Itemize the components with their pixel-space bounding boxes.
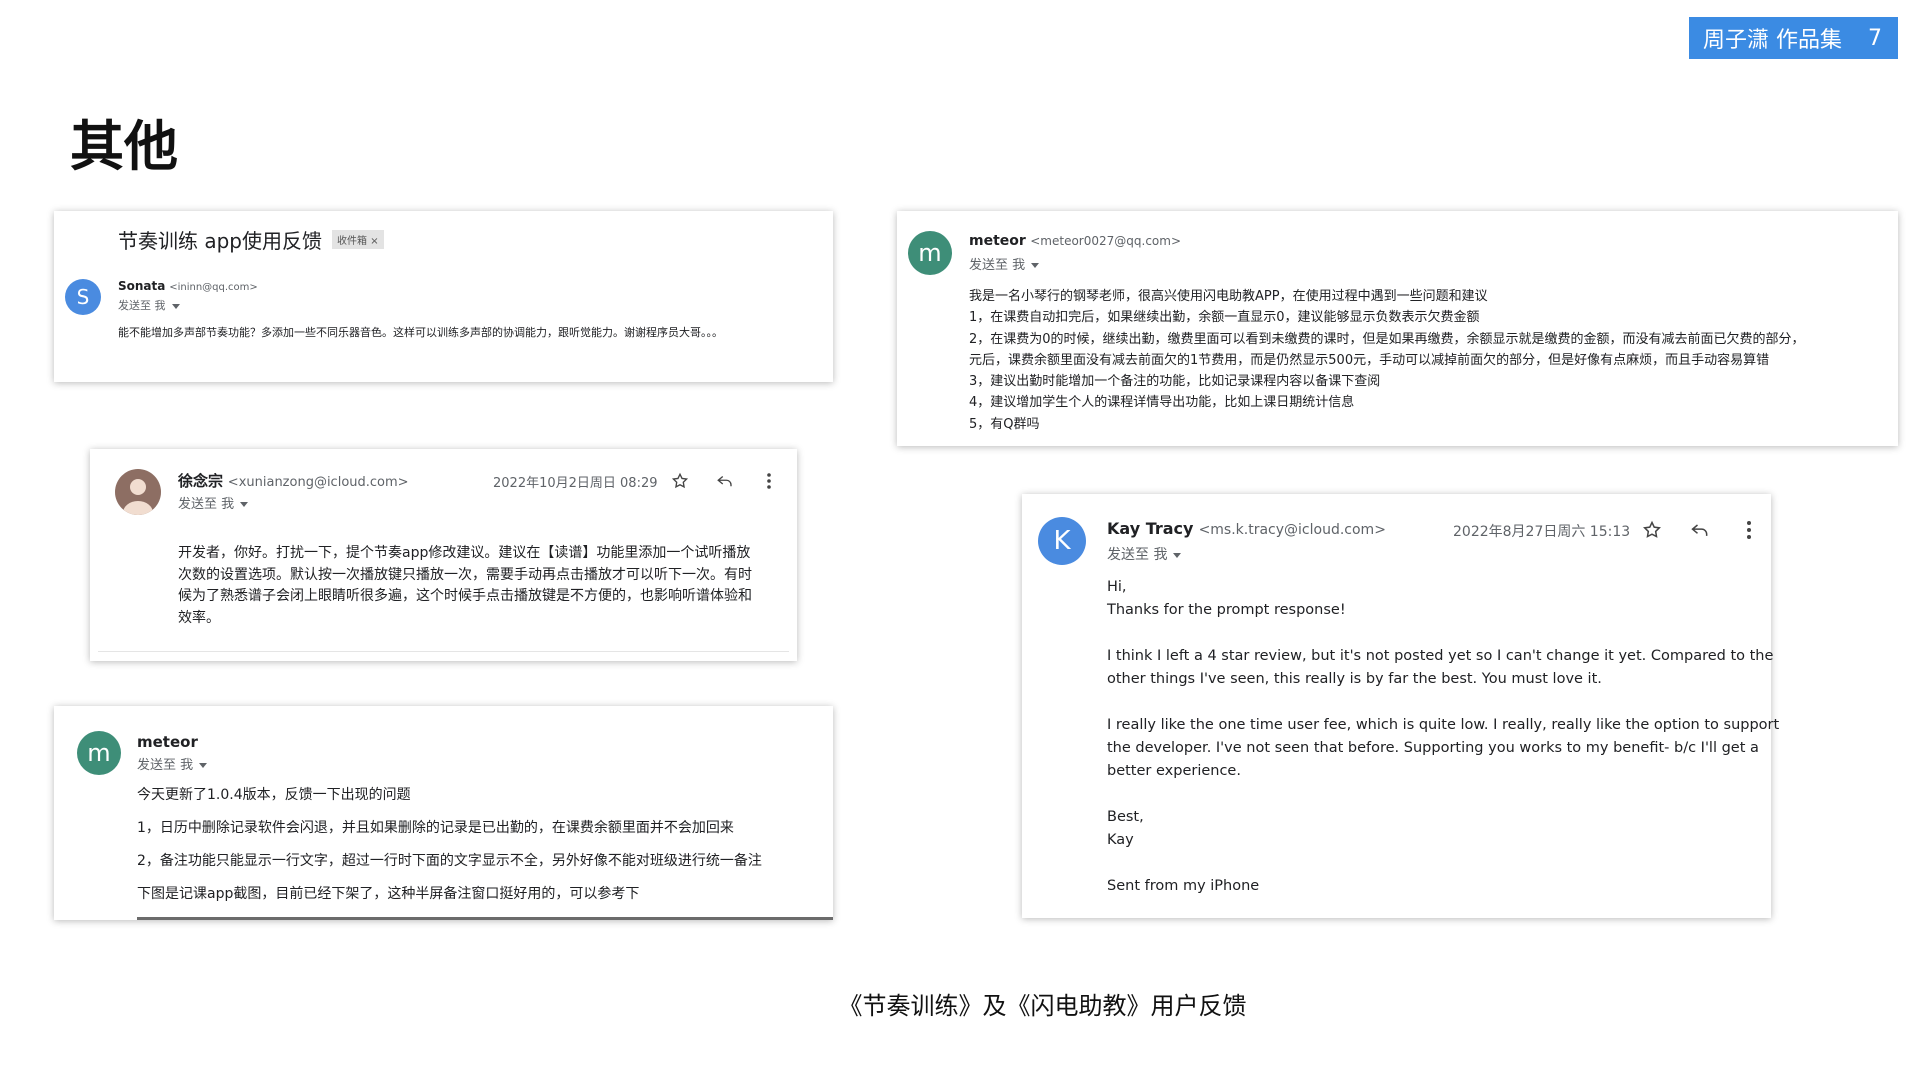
sender-name: meteor [969, 233, 1026, 249]
recipient-toggle[interactable]: 发送至 我 [178, 493, 249, 512]
email-body: 能不能增加多声部节奏功能？多添加一些不同乐器音色。这样可以训练多声部的协调能力，… [118, 326, 723, 339]
sender-address: <meteor0027@qq.com> [1030, 234, 1182, 248]
email-card-sonata: 节奏训练 app使用反馈 收件箱 × S Sonata <ininn@qq.co… [54, 211, 833, 382]
sender-name: 徐念宗 [178, 472, 224, 490]
page-title: 其他 [70, 115, 178, 178]
more-vert-icon[interactable] [763, 471, 775, 491]
star-icon[interactable] [670, 471, 690, 491]
more-vert-icon[interactable] [1743, 519, 1755, 541]
chevron-down-icon [199, 763, 208, 768]
reply-icon[interactable] [715, 471, 735, 491]
reply-icon[interactable] [1689, 519, 1711, 541]
recipient-toggle[interactable]: 发送至 我 [118, 297, 180, 313]
chevron-down-icon [240, 502, 249, 507]
email-card-kay-tracy: K Kay Tracy <ms.k.tracy@icloud.com> 2022… [1022, 494, 1779, 918]
sender-name: meteor [137, 733, 198, 751]
star-icon[interactable] [1641, 519, 1663, 541]
badge-title: 周子潇 作品集 [1703, 28, 1842, 53]
email-body: 我是一名小琴行的钢琴老师，很高兴使用闪电助教APP，在使用过程中遇到一些问题和建… [969, 289, 1805, 432]
badge-page-number: 7 [1868, 25, 1882, 51]
avatar: m [908, 231, 952, 275]
slide-caption: 《节奏训练》及《闪电助教》用户反馈 [838, 992, 1247, 1020]
recipient-toggle[interactable]: 发送至 我 [969, 254, 1040, 273]
portfolio-badge: 周子潇 作品集 7 [1689, 17, 1898, 59]
chevron-down-icon [1031, 263, 1040, 268]
avatar: K [1038, 517, 1086, 565]
chevron-down-icon [1173, 552, 1182, 558]
divider [98, 651, 789, 652]
email-body: 今天更新了1.0.4版本，反馈一下出现的问题 1，日历中删除记录软件会闪退，并且… [137, 787, 762, 902]
email-body: 开发者，你好。打扰一下，提个节奏app修改建议。建议在【读谱】功能里添加一个试听… [178, 545, 752, 626]
avatar: S [65, 279, 101, 315]
email-card-meteor-right: m meteor <meteor0027@qq.com> 发送至 我 我是一名小… [897, 211, 1898, 446]
email-card-xunianzong: 徐念宗 <xunianzong@icloud.com> 2022年10月2日周日… [90, 449, 797, 661]
email-body: Hi, Thanks for the prompt response! I th… [1107, 579, 1780, 894]
email-card-meteor-left: m meteor 发送至 我 今天更新了1.0.4版本，反馈一下出现的问题 1，… [54, 706, 833, 920]
recipient-toggle[interactable]: 发送至 我 [137, 754, 208, 773]
avatar: m [77, 731, 121, 775]
sender-address: <xunianzong@icloud.com> [227, 475, 409, 490]
avatar [115, 469, 161, 515]
sender-address: <ininn@qq.com> [169, 282, 258, 293]
email-date: 2022年10月2日周日 08:29 [493, 476, 658, 491]
email-date: 2022年8月27日周六 15:13 [1453, 524, 1631, 540]
sender-name: Sonata [118, 279, 166, 293]
recipient-toggle[interactable]: 发送至 我 [1107, 544, 1182, 564]
chevron-down-icon [171, 303, 180, 309]
sender-address: <ms.k.tracy@icloud.com> [1198, 522, 1386, 538]
inbox-label-chip[interactable]: 收件箱 × [332, 230, 384, 249]
email-subject: 节奏训练 app使用反馈 [118, 229, 323, 253]
sender-name: Kay Tracy [1107, 519, 1194, 538]
screenshot-edge [137, 917, 833, 920]
